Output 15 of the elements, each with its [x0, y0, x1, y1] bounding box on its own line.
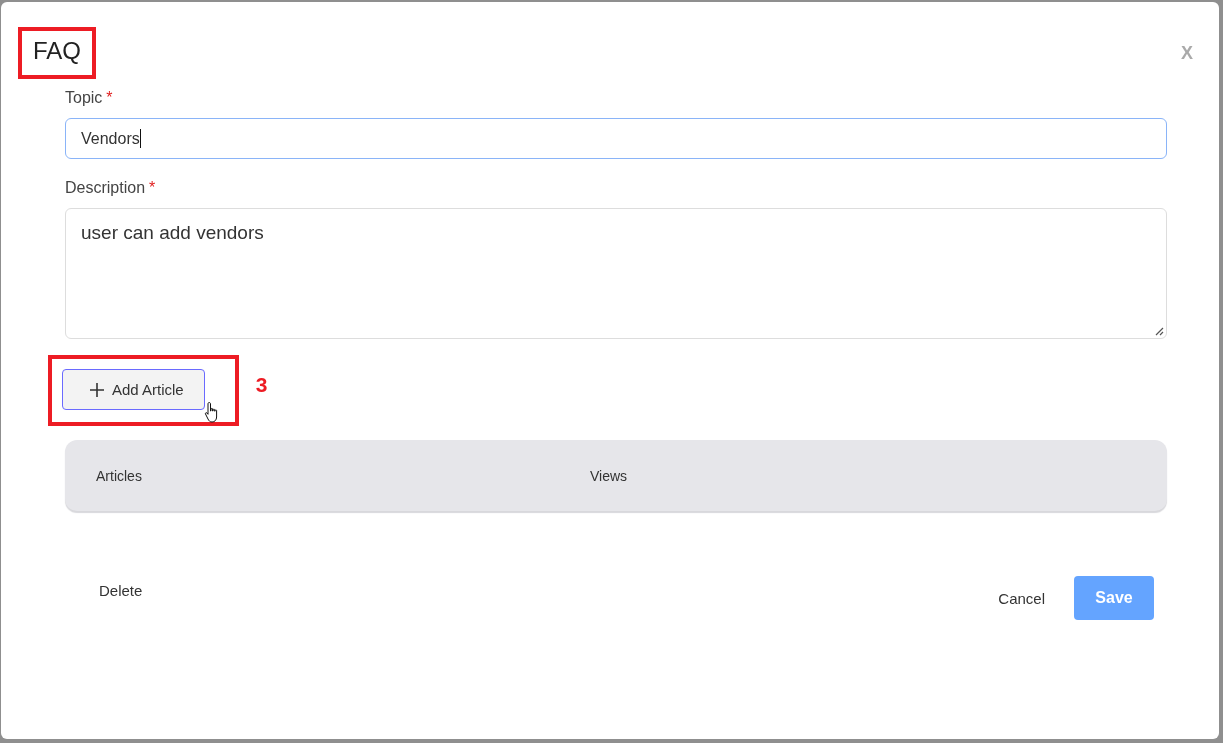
add-article-button[interactable]: Add Article — [62, 369, 205, 410]
required-mark: * — [149, 179, 156, 197]
field-label: Description — [65, 179, 146, 197]
annotation-number: 3 — [255, 372, 268, 397]
description-textarea[interactable]: user can add vendors — [65, 208, 1167, 339]
plus-icon — [89, 381, 105, 398]
delete-button[interactable]: Delete — [99, 582, 143, 599]
topic-input[interactable]: Vendors — [65, 118, 1167, 159]
required-mark: * — [106, 89, 113, 107]
resize-grip-icon[interactable] — [1155, 327, 1164, 336]
cancel-button[interactable]: Cancel — [998, 589, 1045, 607]
dialog-title: FAQ — [33, 37, 81, 64]
column-header: Views — [590, 467, 629, 484]
column-header: Articles — [96, 467, 143, 484]
field-label: Topic — [65, 89, 103, 107]
